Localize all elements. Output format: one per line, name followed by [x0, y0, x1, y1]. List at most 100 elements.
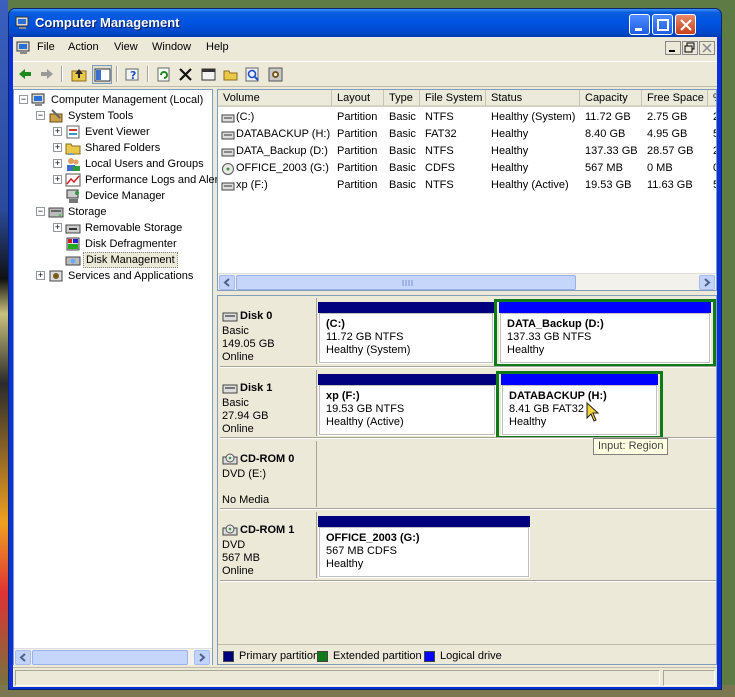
menu-window[interactable]: Window	[152, 41, 191, 53]
disk-info[interactable]: CD-ROM 1 DVD 567 MB Online	[222, 524, 319, 578]
collapse-minus-icon[interactable]: −	[36, 207, 45, 216]
partition-block[interactable]: OFFICE_2003 (G:) 567 MB CDFS Healthy	[318, 516, 530, 578]
client-area: File Action View Window Help ? − Compute…	[13, 37, 717, 687]
tree-item[interactable]: + Local Users and Groups	[14, 156, 212, 172]
scroll-thumb[interactable]	[236, 275, 576, 290]
help-button[interactable]: ?	[123, 65, 143, 84]
tree-item[interactable]: + Services and Applications	[14, 268, 212, 284]
partition-block[interactable]: xp (F:) 19.53 GB NTFS Healthy (Active)	[318, 374, 496, 436]
menu-view[interactable]: View	[114, 41, 138, 53]
expand-plus-icon[interactable]: +	[53, 175, 62, 184]
toolbar-separator	[61, 66, 63, 82]
settings-button[interactable]	[266, 65, 286, 84]
disk-type: Basic	[222, 397, 249, 409]
tree-item[interactable]: Device Manager	[14, 188, 212, 204]
expand-plus-icon[interactable]: +	[36, 271, 45, 280]
tree-item[interactable]: + Shared Folders	[14, 140, 212, 156]
search-button[interactable]	[243, 65, 263, 84]
table-row[interactable]: DATABACKUP (H:) Partition Basic FAT32 Health…	[218, 126, 716, 143]
disk-info[interactable]: CD-ROM 0 DVD (E:) No Media	[222, 453, 319, 507]
tree-item[interactable]: − Computer Management (Local)	[14, 92, 212, 108]
partition-name: OFFICE_2003 (G:)	[326, 532, 420, 544]
expand-plus-icon[interactable]: +	[53, 143, 62, 152]
collapse-minus-icon[interactable]: −	[36, 111, 45, 120]
tree-item[interactable]: + Performance Logs and Alerts	[14, 172, 227, 188]
menu-action[interactable]: Action	[68, 41, 99, 53]
chevron-right-icon	[704, 278, 711, 287]
table-row[interactable]: DATA_Backup (D:) Partition Basic NTFS Health…	[218, 143, 716, 160]
hard-drive-icon	[221, 182, 235, 191]
mmc-document-icon[interactable]	[16, 40, 32, 56]
console-tree[interactable]: − Computer Management (Local) − System Tool…	[13, 89, 227, 665]
scroll-left-button[interactable]	[15, 650, 31, 665]
scroll-right-button[interactable]	[699, 275, 715, 290]
hard-drive-icon	[221, 148, 235, 157]
properties-button[interactable]	[199, 65, 219, 84]
tree-item[interactable]: Disk Defragmenter	[14, 236, 212, 252]
menu-file[interactable]: File	[37, 41, 55, 53]
child-minimize-button[interactable]	[665, 41, 681, 55]
performance-icon	[65, 173, 81, 187]
partition-size-fs: 567 MB CDFS	[326, 545, 397, 557]
partition-block[interactable]: DATABACKUP (H:) 8.41 GB FAT32 Healthy	[501, 374, 658, 436]
table-row[interactable]: xp (F:) Partition Basic NTFS Healthy (Active…	[218, 177, 716, 194]
expand-plus-icon[interactable]: +	[53, 127, 62, 136]
maximize-button[interactable]	[652, 14, 673, 35]
tree-item[interactable]: + Removable Storage	[14, 220, 212, 236]
scroll-right-button[interactable]	[194, 650, 210, 665]
disk-size: 149.05 GB	[222, 338, 275, 350]
svg-text:?: ?	[130, 69, 136, 82]
disk-info[interactable]: Disk 1 Basic 27.94 GB Online	[222, 382, 319, 436]
minimize-button[interactable]	[629, 14, 650, 35]
column-header[interactable]: Free Space	[642, 90, 708, 107]
table-row[interactable]: OFFICE_2003 (G:) Partition Basic CDFS Health…	[218, 160, 716, 177]
open-button[interactable]	[221, 65, 241, 84]
tree-item-label: Services and Applications	[68, 270, 194, 282]
child-restore-button[interactable]	[682, 41, 698, 55]
partition-block[interactable]: (C:) 11.72 GB NTFS Healthy (System)	[318, 302, 494, 364]
close-button[interactable]	[675, 14, 696, 35]
back-button[interactable]	[15, 65, 35, 84]
disk-graphical-view[interactable]: Disk 0 Basic 149.05 GB Online (C:) 11.72 GB N…	[217, 295, 717, 665]
tree-item-label: Computer Management (Local)	[51, 94, 204, 106]
show-hide-console-tree-button[interactable]	[92, 65, 112, 84]
column-header[interactable]: Type	[384, 90, 420, 107]
toolbar-separator	[116, 66, 118, 82]
column-header[interactable]: Layout	[332, 90, 384, 107]
column-header[interactable]: %	[708, 90, 716, 107]
chevron-left-icon	[19, 653, 26, 662]
column-header[interactable]: Capacity	[580, 90, 642, 107]
up-one-level-button[interactable]	[69, 65, 89, 84]
delete-button[interactable]	[176, 65, 196, 84]
partition-name: DATA_Backup (D:)	[507, 318, 604, 330]
expand-plus-icon[interactable]: +	[53, 159, 62, 168]
disk-info[interactable]: Disk 0 Basic 149.05 GB Online	[222, 310, 319, 364]
column-header[interactable]: File System	[420, 90, 486, 107]
partition-name: xp (F:)	[326, 390, 360, 402]
tree-item[interactable]: Disk Management	[14, 252, 212, 268]
disk-status: No Media	[222, 494, 270, 506]
refresh-button[interactable]	[154, 65, 174, 84]
title-bar[interactable]: Computer Management	[9, 9, 721, 37]
table-cell: 4.95 GB	[647, 128, 688, 140]
expand-plus-icon[interactable]: +	[53, 223, 62, 232]
table-cell: 8.40 GB	[585, 128, 626, 140]
child-close-button[interactable]	[699, 41, 715, 55]
partition-block[interactable]: DATA_Backup (D:) 137.33 GB NTFS Healthy	[499, 302, 711, 364]
column-header[interactable]: Volume	[218, 90, 332, 107]
tree-item[interactable]: − System Tools	[14, 108, 212, 124]
collapse-minus-icon[interactable]: −	[19, 95, 28, 104]
disk-management-icon	[65, 256, 81, 266]
volume-list[interactable]: Volume Layout Type File System Status Capacit…	[217, 89, 717, 291]
table-row[interactable]: (C:) Partition Basic NTFS Healthy (System) 11…	[218, 109, 716, 126]
tree-item[interactable]: + Event Viewer	[14, 124, 212, 140]
tree-horizontal-scrollbar[interactable]	[14, 648, 212, 665]
scroll-left-button[interactable]	[219, 275, 235, 290]
list-horizontal-scrollbar[interactable]	[218, 273, 716, 290]
scroll-thumb[interactable]	[32, 650, 188, 665]
shared-folder-icon	[65, 143, 81, 155]
menu-help[interactable]: Help	[206, 41, 229, 53]
forward-button[interactable]	[37, 65, 57, 84]
column-header[interactable]: Status	[486, 90, 580, 107]
tree-item[interactable]: − Storage	[14, 204, 212, 220]
